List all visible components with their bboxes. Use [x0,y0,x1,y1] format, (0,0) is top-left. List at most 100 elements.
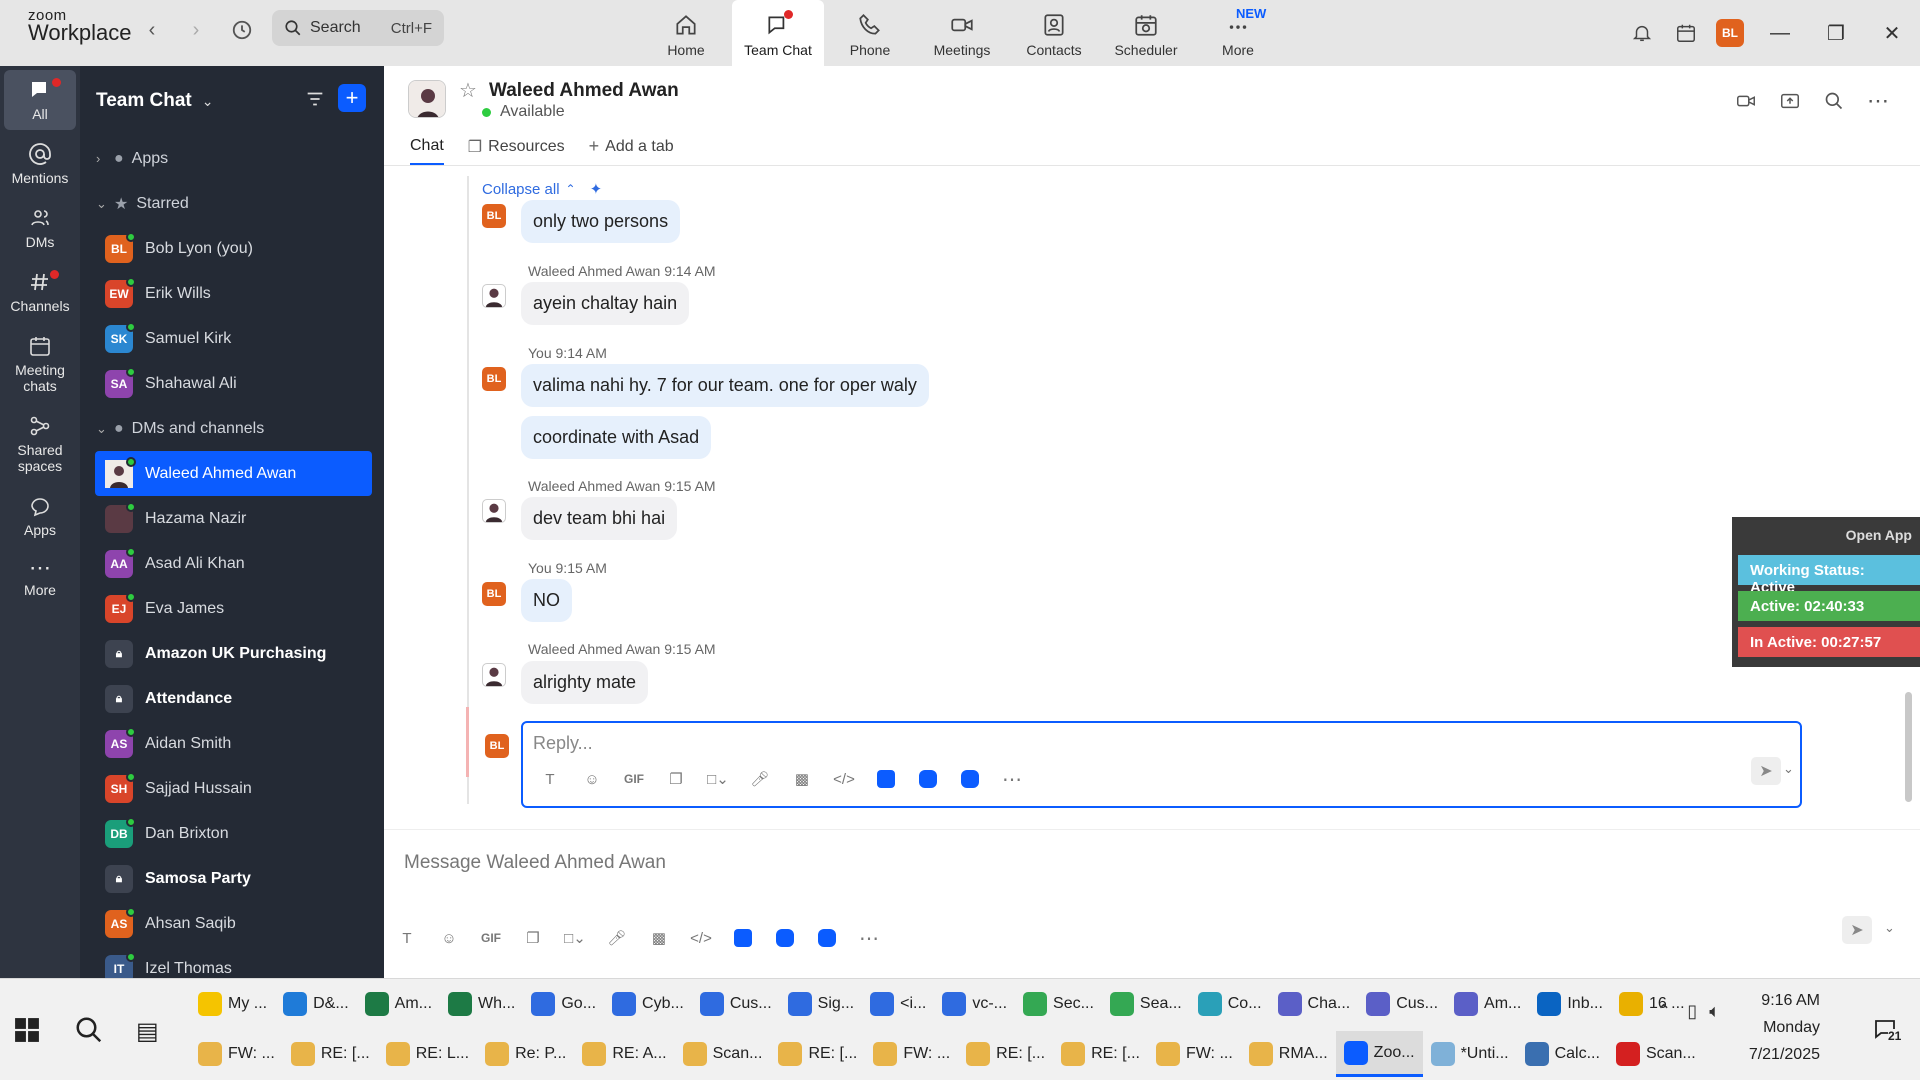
app-icon-2[interactable] [764,924,806,952]
back-arrow-icon[interactable]: ‹ [138,16,166,44]
search-icon[interactable] [1812,86,1856,116]
sidebar-item[interactable]: Waleed Ahmed Awan [95,451,372,496]
close-icon[interactable]: ✕ [1864,11,1920,55]
video-call-icon[interactable] [1724,86,1768,116]
new-chat-button[interactable]: + [338,84,366,112]
app-icon-3[interactable] [806,924,848,952]
taskbar-app[interactable]: FW: ... [190,1031,283,1077]
chevron-down-icon[interactable]: ⌄ [202,93,214,110]
sidebar-item[interactable]: 🔒︎ Attendance [95,676,372,721]
bell-icon[interactable] [1620,11,1664,55]
tab-scheduler[interactable]: Scheduler [1100,0,1192,66]
rail-apps[interactable]: Apps [4,486,76,546]
rail-all[interactable]: All [4,70,76,130]
taskbar-app[interactable]: Am... [357,981,440,1027]
taskbar-app[interactable]: <i... [862,981,934,1027]
taskbar-app[interactable]: RE: [... [770,1031,865,1077]
windows-start-icon[interactable] [14,1017,48,1045]
taskbar-search-icon[interactable] [74,1015,104,1050]
more-tools-icon[interactable]: ⋯ [848,924,890,952]
rail-channels[interactable]: Channels [4,262,76,322]
message-bubble[interactable]: dev team bhi hai [521,497,678,540]
section-starred[interactable]: ⌄ ★ Starred [80,181,384,226]
screenshot-icon[interactable]: □⌄ [697,765,739,793]
star-outline-icon[interactable]: ☆ [459,78,477,103]
tab-chat[interactable]: Chat [410,136,444,165]
more-options-icon[interactable]: ⋯ [1856,86,1900,116]
sidebar-item[interactable]: SA Shahawal Ali [95,361,372,406]
gif-button[interactable]: GIF [470,924,512,952]
taskbar-app[interactable]: vc-... [934,981,1015,1027]
volume-icon[interactable]: 🔈︎ [1709,1001,1720,1022]
clock[interactable]: 9:16 AM Monday 7/21/2025 [1749,987,1820,1068]
taskbar-app[interactable]: FW: ... [1148,1031,1241,1077]
taskbar-app[interactable]: D&... [275,981,357,1027]
taskbar-app[interactable]: Inb... [1529,981,1611,1027]
message-avatar[interactable]: BL [482,367,506,391]
forward-arrow-icon[interactable]: › [182,16,210,44]
taskbar-app[interactable]: Zoo... [1335,1031,1423,1077]
microphone-icon[interactable]: 🎤︎ [596,924,638,952]
notification-center-icon[interactable]: 21 [1872,1017,1906,1047]
chevron-up-icon[interactable]: ⌃ [1656,1001,1671,1022]
microphone-icon[interactable]: 🎤︎ [739,765,781,793]
rail-dms[interactable]: DMs [4,198,76,258]
emoji-icon[interactable]: ☺ [428,924,470,952]
sidebar-item[interactable]: EJ Eva James [95,586,372,631]
sparkle-icon[interactable]: ✦ [590,180,603,198]
share-screen-icon[interactable] [1768,86,1812,116]
sidebar-title[interactable]: Team Chat [96,90,192,112]
sidebar-item[interactable]: 🔒︎ Amazon UK Purchasing [95,631,372,676]
send-icon[interactable]: ➤ [1842,916,1872,944]
app-icon-2[interactable] [907,765,949,793]
taskbar-app[interactable]: Re: P... [477,1031,574,1077]
taskbar-app[interactable]: RE: [... [283,1031,378,1077]
peer-avatar[interactable] [408,80,446,118]
chevron-down-icon[interactable]: ⌄ [1884,920,1895,936]
taskbar-app[interactable]: Cha... [1270,981,1359,1027]
message-avatar[interactable]: BL [482,204,506,228]
file-icon[interactable]: ❐ [655,765,697,793]
search-bar[interactable]: Search Ctrl+F [272,10,444,46]
chevron-down-icon[interactable]: ⌄ [1783,761,1794,777]
video-message-icon[interactable]: ▩ [638,924,680,952]
message-avatar[interactable] [482,499,506,523]
minimize-icon[interactable]: — [1752,11,1808,55]
text-format-icon[interactable]: T [529,765,571,793]
calendar-icon[interactable] [1664,11,1708,55]
sidebar-item[interactable]: 🔒︎ Samosa Party [95,856,372,901]
user-avatar-button[interactable]: BL [1708,11,1752,55]
taskbar-app[interactable]: RE: L... [378,1031,477,1077]
rail-shared-spaces[interactable]: Shared spaces [4,406,76,482]
tab-phone[interactable]: Phone [824,0,916,66]
taskbar-app[interactable]: *Unti... [1423,1031,1517,1077]
battery-icon[interactable]: ▯ [1687,1001,1697,1022]
taskbar-app[interactable]: Sec... [1015,981,1102,1027]
message-avatar[interactable] [482,284,506,308]
message-avatar[interactable] [482,663,506,687]
taskbar-app[interactable]: Scan... [1608,1031,1704,1077]
section-dms[interactable]: ⌄ ● DMs and channels [80,406,384,451]
message-bubble[interactable]: NO [521,579,572,622]
taskbar-app[interactable]: Scan... [675,1031,771,1077]
taskbar-app[interactable]: Calc... [1517,1031,1608,1077]
app-icon-1[interactable] [722,924,764,952]
tab-home[interactable]: Home [640,0,732,66]
sidebar-item[interactable]: DB Dan Brixton [95,811,372,856]
taskbar-app[interactable]: Am... [1446,981,1529,1027]
taskbar-app[interactable]: Sig... [780,981,862,1027]
message-bubble[interactable]: alrighty mate [521,661,649,704]
taskbar-app[interactable]: Go... [523,981,604,1027]
tab-contacts[interactable]: Contacts [1008,0,1100,66]
taskbar-app[interactable]: My ... [190,981,275,1027]
taskbar-app[interactable]: Cyb... [604,981,692,1027]
sidebar-item[interactable]: AA Asad Ali Khan [95,541,372,586]
sidebar-item[interactable]: SK Samuel Kirk [95,316,372,361]
taskbar-app[interactable]: Cus... [692,981,780,1027]
emoji-icon[interactable]: ☺ [571,765,613,793]
code-icon[interactable]: </> [823,765,865,793]
file-icon[interactable]: ❐ [512,924,554,952]
sidebar-item[interactable]: SH Sajjad Hussain [95,766,372,811]
taskbar-app[interactable]: Wh... [440,981,523,1027]
message-composer[interactable]: Message Waleed Ahmed Awan T ☺ GIF ❐ □⌄ 🎤… [384,829,1920,978]
